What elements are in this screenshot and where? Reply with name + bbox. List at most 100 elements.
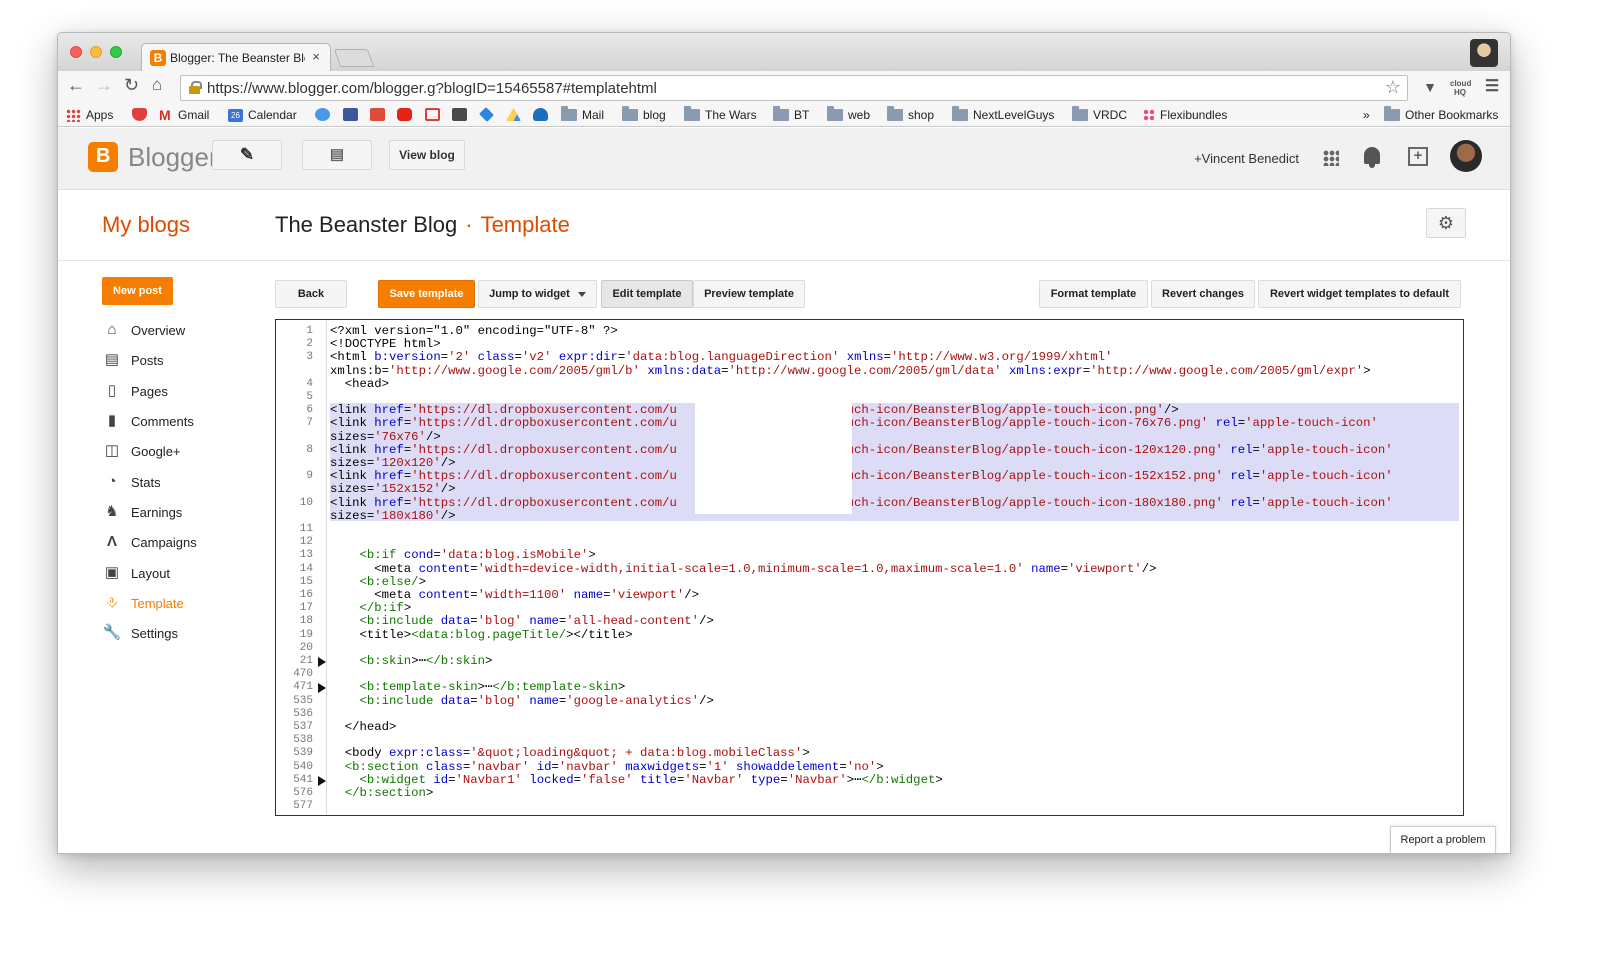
preview-template-button[interactable]: Preview template <box>693 280 805 308</box>
new-post-button[interactable]: New post <box>102 277 173 305</box>
code-line[interactable]: <b:section class='navbar' id='navbar' ma… <box>330 760 884 774</box>
tab-close-icon[interactable]: × <box>312 49 320 64</box>
code-line[interactable]: <b:widget id='Navbar1' locked='false' ti… <box>330 773 943 787</box>
bookmark-red[interactable] <box>425 108 445 121</box>
sidebar-item-layout[interactable]: ▣ Layout <box>102 561 170 585</box>
bookmark-twitter[interactable] <box>315 108 335 121</box>
bookmark-star-icon[interactable]: ☆ <box>1385 77 1401 98</box>
share-plus-icon[interactable]: + <box>1408 147 1428 166</box>
bookmark-calendar[interactable]: 26 Calendar <box>228 108 297 122</box>
code-line[interactable]: <link href='https://dl.dropboxuserconten… <box>330 417 1378 430</box>
sidebar-item-settings[interactable]: 🔧 Settings <box>102 621 178 645</box>
sidebar-item-overview[interactable]: ⌂ Overview <box>102 318 185 342</box>
cloudhq-icon[interactable]: cloud HQ <box>1450 79 1471 97</box>
bookmark-apps[interactable]: Apps <box>66 108 113 122</box>
bookmark-youtube[interactable] <box>397 108 417 121</box>
report-problem-button[interactable]: Report a problem <box>1390 826 1496 853</box>
reload-icon[interactable]: ↻ <box>124 75 139 96</box>
bookmark-cloud[interactable] <box>533 108 553 121</box>
code-line[interactable]: <b:template-skin>⋯</b:template-skin> <box>330 681 626 694</box>
revert-widget-templates-button[interactable]: Revert widget templates to default <box>1258 280 1461 308</box>
bookmark-folder-web[interactable]: web <box>827 106 870 122</box>
fold-triangle-icon[interactable] <box>318 775 326 786</box>
format-template-button[interactable]: Format template <box>1039 280 1148 308</box>
bookmark-dropbox[interactable] <box>479 107 499 122</box>
back-button[interactable]: Back <box>275 280 347 308</box>
blog-name[interactable]: The Beanster Blog <box>275 212 457 237</box>
bookmark-folder-bt[interactable]: BT <box>773 106 809 122</box>
forward-arrow-icon[interactable]: → <box>95 75 113 96</box>
bookmark-folder-the-wars[interactable]: The Wars <box>684 106 757 122</box>
code-line[interactable]: <title><data:blog.pageTitle/></title> <box>330 628 633 642</box>
close-window-button[interactable] <box>70 46 82 58</box>
bookmark-gmail[interactable]: M Gmail <box>159 108 209 123</box>
blogger-brand[interactable]: Blogger <box>128 142 218 173</box>
bookmark-folder-blog[interactable]: blog <box>622 106 666 122</box>
fold-triangle-icon[interactable] <box>318 657 326 667</box>
bookmark-folder-shop[interactable]: shop <box>887 106 934 122</box>
browser-profile-icon[interactable] <box>1470 39 1498 67</box>
code-line[interactable]: <!DOCTYPE html> <box>330 337 441 351</box>
save-template-button[interactable]: Save template <box>378 280 475 308</box>
code-line[interactable]: <b:skin>⋯</b:skin> <box>330 654 493 668</box>
sidebar-item-comments[interactable]: ▮ Comments <box>102 409 194 433</box>
code-line[interactable]: <head> <box>330 377 389 391</box>
code-line[interactable]: <link href='https://dl.dropboxuserconten… <box>330 496 1393 510</box>
code-line[interactable]: sizes='180x180'/> <box>330 509 455 523</box>
bookmark-folder-mail[interactable]: Mail <box>561 106 604 122</box>
sidebar-item-pages[interactable]: ▯ Pages <box>102 379 168 403</box>
revert-changes-button[interactable]: Revert changes <box>1151 280 1255 308</box>
bookmark-stack[interactable] <box>452 108 472 121</box>
sidebar-item-campaigns[interactable]: Λ Campaigns <box>102 530 197 554</box>
user-name[interactable]: +Vincent Benedict <box>1194 151 1299 166</box>
bookmark-folder-vrdc[interactable]: VRDC <box>1072 106 1127 122</box>
back-arrow-icon[interactable]: ← <box>67 75 85 96</box>
edit-template-button[interactable]: Edit template <box>601 280 693 308</box>
posts-list-button[interactable]: ▤ <box>302 140 372 170</box>
bookmark-facebook[interactable] <box>343 108 363 121</box>
bookmark-google-plus[interactable] <box>370 108 390 121</box>
code-line[interactable]: <html b:version='2' class='v2' expr:dir=… <box>330 351 1112 364</box>
code-line[interactable]: <link href='https://dl.dropboxuserconten… <box>330 443 1393 457</box>
menu-icon[interactable]: ☰ <box>1482 76 1502 95</box>
code-line[interactable]: <b:include data='blog' name='all-head-co… <box>330 615 714 628</box>
code-line[interactable]: <link href='https://dl.dropboxuserconten… <box>330 469 1393 483</box>
zoom-window-button[interactable] <box>110 46 122 58</box>
code-line[interactable]: <b:else/> <box>330 575 426 589</box>
code-line[interactable]: sizes='152x152'/> <box>330 483 455 496</box>
code-line[interactable]: </b:section> <box>330 786 434 800</box>
bookmarks-overflow-icon[interactable]: » <box>1363 108 1370 122</box>
sidebar-item-template[interactable]: ⎀ Template <box>102 591 184 615</box>
settings-gear-button[interactable]: ⚙ <box>1426 208 1466 238</box>
code-line[interactable]: <b:include data='blog' name='google-anal… <box>330 694 714 708</box>
new-tab-button[interactable] <box>333 49 375 67</box>
address-bar[interactable]: https://www.blogger.com/blogger.g?blogID… <box>180 75 1408 101</box>
code-line[interactable]: sizes='76x76'/> <box>330 430 441 444</box>
home-icon[interactable]: ⌂ <box>152 75 162 95</box>
code-line[interactable]: <body expr:class='&quot;loading&quot; + … <box>330 747 810 760</box>
bookmark-other-bookmarks[interactable]: Other Bookmarks <box>1384 106 1498 122</box>
minimize-window-button[interactable] <box>90 46 102 58</box>
sidebar-item-earnings[interactable]: ♞ Earnings <box>102 500 182 524</box>
blogger-logo-icon[interactable] <box>88 142 118 172</box>
code-line[interactable]: </b:if> <box>330 601 412 615</box>
jump-to-widget-dropdown[interactable]: Jump to widget <box>478 280 597 308</box>
apps-grid-icon[interactable] <box>1323 150 1339 166</box>
pocket-icon[interactable]: ▼ <box>1420 79 1440 97</box>
bookmark-pocket[interactable] <box>132 108 152 121</box>
code-line[interactable]: </head> <box>330 720 397 734</box>
bookmark-folder-nextlevelguys[interactable]: NextLevelGuys <box>952 106 1054 122</box>
sidebar-item-stats[interactable]: ◔ Stats <box>102 470 160 494</box>
code-line[interactable]: <meta content='width=device-width,initia… <box>330 562 1156 576</box>
bookmark-drive[interactable] <box>506 108 526 121</box>
code-line[interactable]: <b:if cond='data:blog.isMobile'> <box>330 549 596 562</box>
bookmark-flexibundles[interactable]: Flexibundles <box>1143 108 1227 122</box>
sidebar-item-posts[interactable]: ▤ Posts <box>102 348 164 372</box>
browser-tab[interactable]: B Blogger: The Beanster Blog × <box>141 43 331 71</box>
view-blog-button[interactable]: View blog <box>389 140 465 170</box>
my-blogs-link[interactable]: My blogs <box>102 212 190 238</box>
fold-triangle-icon[interactable] <box>318 683 326 694</box>
code-line[interactable]: xmlns:b='http://www.google.com/2005/gml/… <box>330 364 1371 378</box>
avatar[interactable] <box>1450 140 1482 172</box>
new-post-pencil-button[interactable]: ✎ <box>212 140 282 170</box>
